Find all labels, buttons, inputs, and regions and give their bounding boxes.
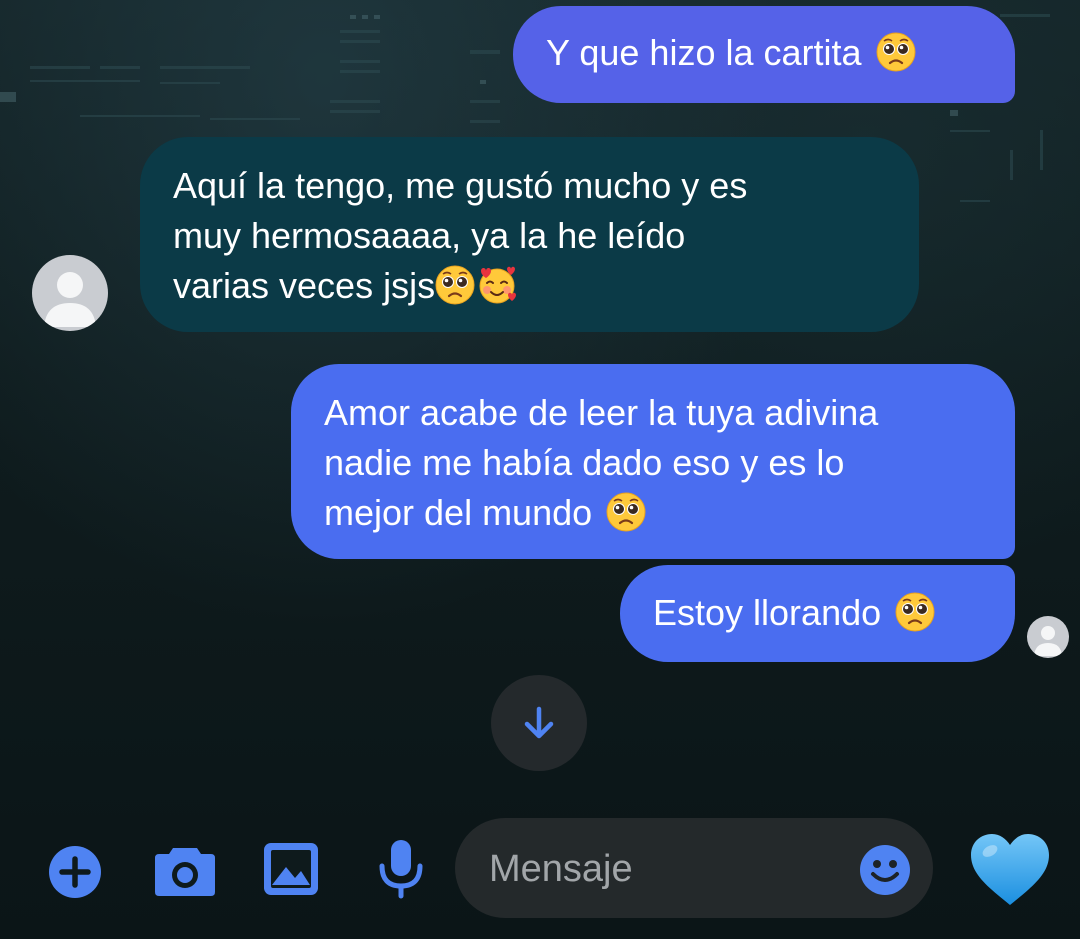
message-line: mejor del mundo <box>324 492 593 533</box>
scroll-to-bottom-button[interactable] <box>491 675 587 771</box>
microphone-icon <box>379 840 423 899</box>
gallery-button[interactable] <box>261 840 321 898</box>
message-bubble-outgoing[interactable]: Amor acabe de leer la tuya adivina nadie… <box>291 364 1015 559</box>
voice-message-button[interactable] <box>376 838 426 900</box>
message-composer[interactable] <box>455 818 933 918</box>
person-icon <box>44 272 96 327</box>
blue-heart-icon <box>971 834 1049 905</box>
emoji-button[interactable] <box>857 842 913 898</box>
add-button[interactable] <box>46 843 104 901</box>
message-input[interactable] <box>487 840 851 898</box>
plus-icon <box>49 846 101 898</box>
message-bubble-outgoing[interactable]: Estoy llorando <box>620 565 1015 662</box>
message-line: Amor acabe de leer la tuya adivina <box>324 392 879 433</box>
message-bubble-outgoing[interactable]: Y que hizo la cartita <box>513 6 1015 103</box>
smiling-face-with-hearts-emoji-icon <box>479 266 517 304</box>
contact-avatar[interactable] <box>32 255 108 331</box>
message-line: nadie me había dado eso y es lo <box>324 442 845 483</box>
message-text: Y que hizo la cartita <box>546 32 862 73</box>
arrow-down-icon <box>524 706 554 739</box>
read-receipt-avatar <box>1027 616 1069 658</box>
pleading-face-emoji-icon <box>895 592 935 632</box>
message-line: muy hermosaaaa, ya la he leído <box>173 215 686 256</box>
pleading-face-emoji-icon <box>876 32 916 72</box>
camera-button[interactable] <box>152 840 218 900</box>
pleading-face-emoji-icon <box>435 265 475 305</box>
message-line: Aquí la tengo, me gustó mucho y es <box>173 165 748 206</box>
send-heart-button[interactable] <box>968 830 1052 910</box>
message-bubble-incoming[interactable]: Aquí la tengo, me gustó mucho y es muy h… <box>140 137 919 332</box>
camera-icon <box>155 848 215 896</box>
message-text: Estoy llorando <box>653 592 882 633</box>
pleading-face-emoji-icon <box>606 492 646 532</box>
image-icon <box>264 843 318 895</box>
person-icon <box>1034 626 1062 656</box>
message-line: varias veces jsjs <box>173 265 436 306</box>
emoji-icon <box>860 845 910 895</box>
